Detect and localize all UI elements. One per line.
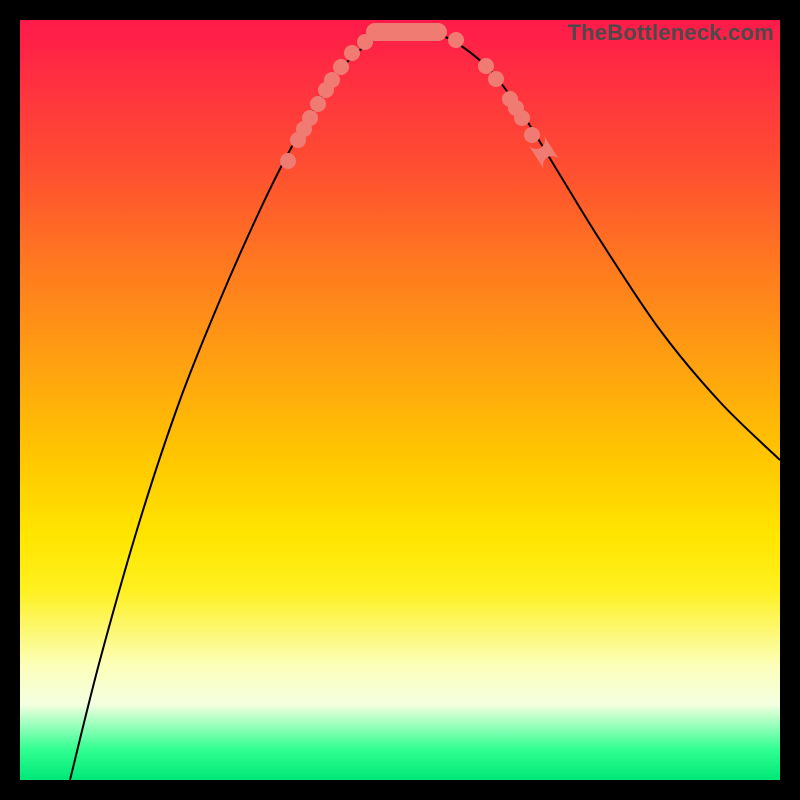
data-point [324,72,340,88]
data-point [333,59,349,75]
data-point [514,110,530,126]
chart-frame: TheBottleneck.com [0,0,800,800]
data-cluster [366,23,447,41]
plot-area: TheBottleneck.com [20,20,780,780]
data-point [488,71,504,87]
chart-svg [20,20,780,780]
data-point [344,45,360,61]
data-point [448,32,464,48]
data-markers [280,23,560,170]
bottleneck-curve [70,29,780,780]
data-point [302,110,318,126]
data-point [310,96,326,112]
data-point [280,153,296,169]
data-point [524,127,540,143]
data-point [478,58,494,74]
